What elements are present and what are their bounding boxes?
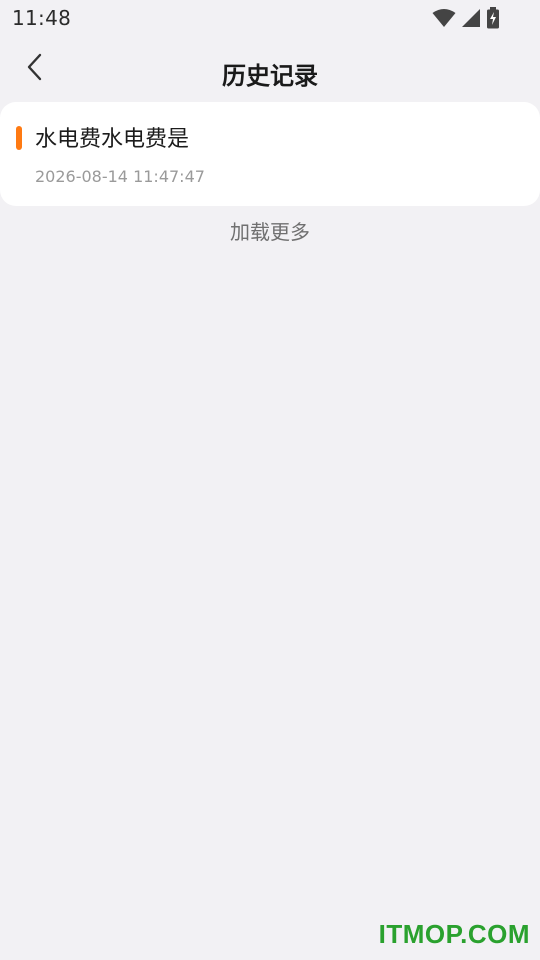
record-title: 水电费水电费是 — [35, 127, 190, 152]
record-card[interactable]: 水电费水电费是 2026-08-14 11:47:47 — [0, 102, 540, 206]
record-accent-bar — [16, 126, 22, 150]
load-more-button[interactable]: 加载更多 — [0, 216, 540, 245]
header: 历史记录 — [0, 36, 540, 102]
page-title: 历史记录 — [222, 62, 318, 90]
signal-icon — [461, 8, 481, 32]
watermark-logo: ITMOP.COM — [378, 919, 530, 949]
battery-charging-icon — [486, 7, 500, 33]
status-icons — [432, 7, 500, 33]
status-bar: 11:48 — [0, 0, 540, 36]
status-time: 11:48 — [12, 6, 72, 30]
wifi-icon — [432, 8, 456, 32]
record-timestamp: 2026-08-14 11:47:47 — [35, 167, 205, 186]
